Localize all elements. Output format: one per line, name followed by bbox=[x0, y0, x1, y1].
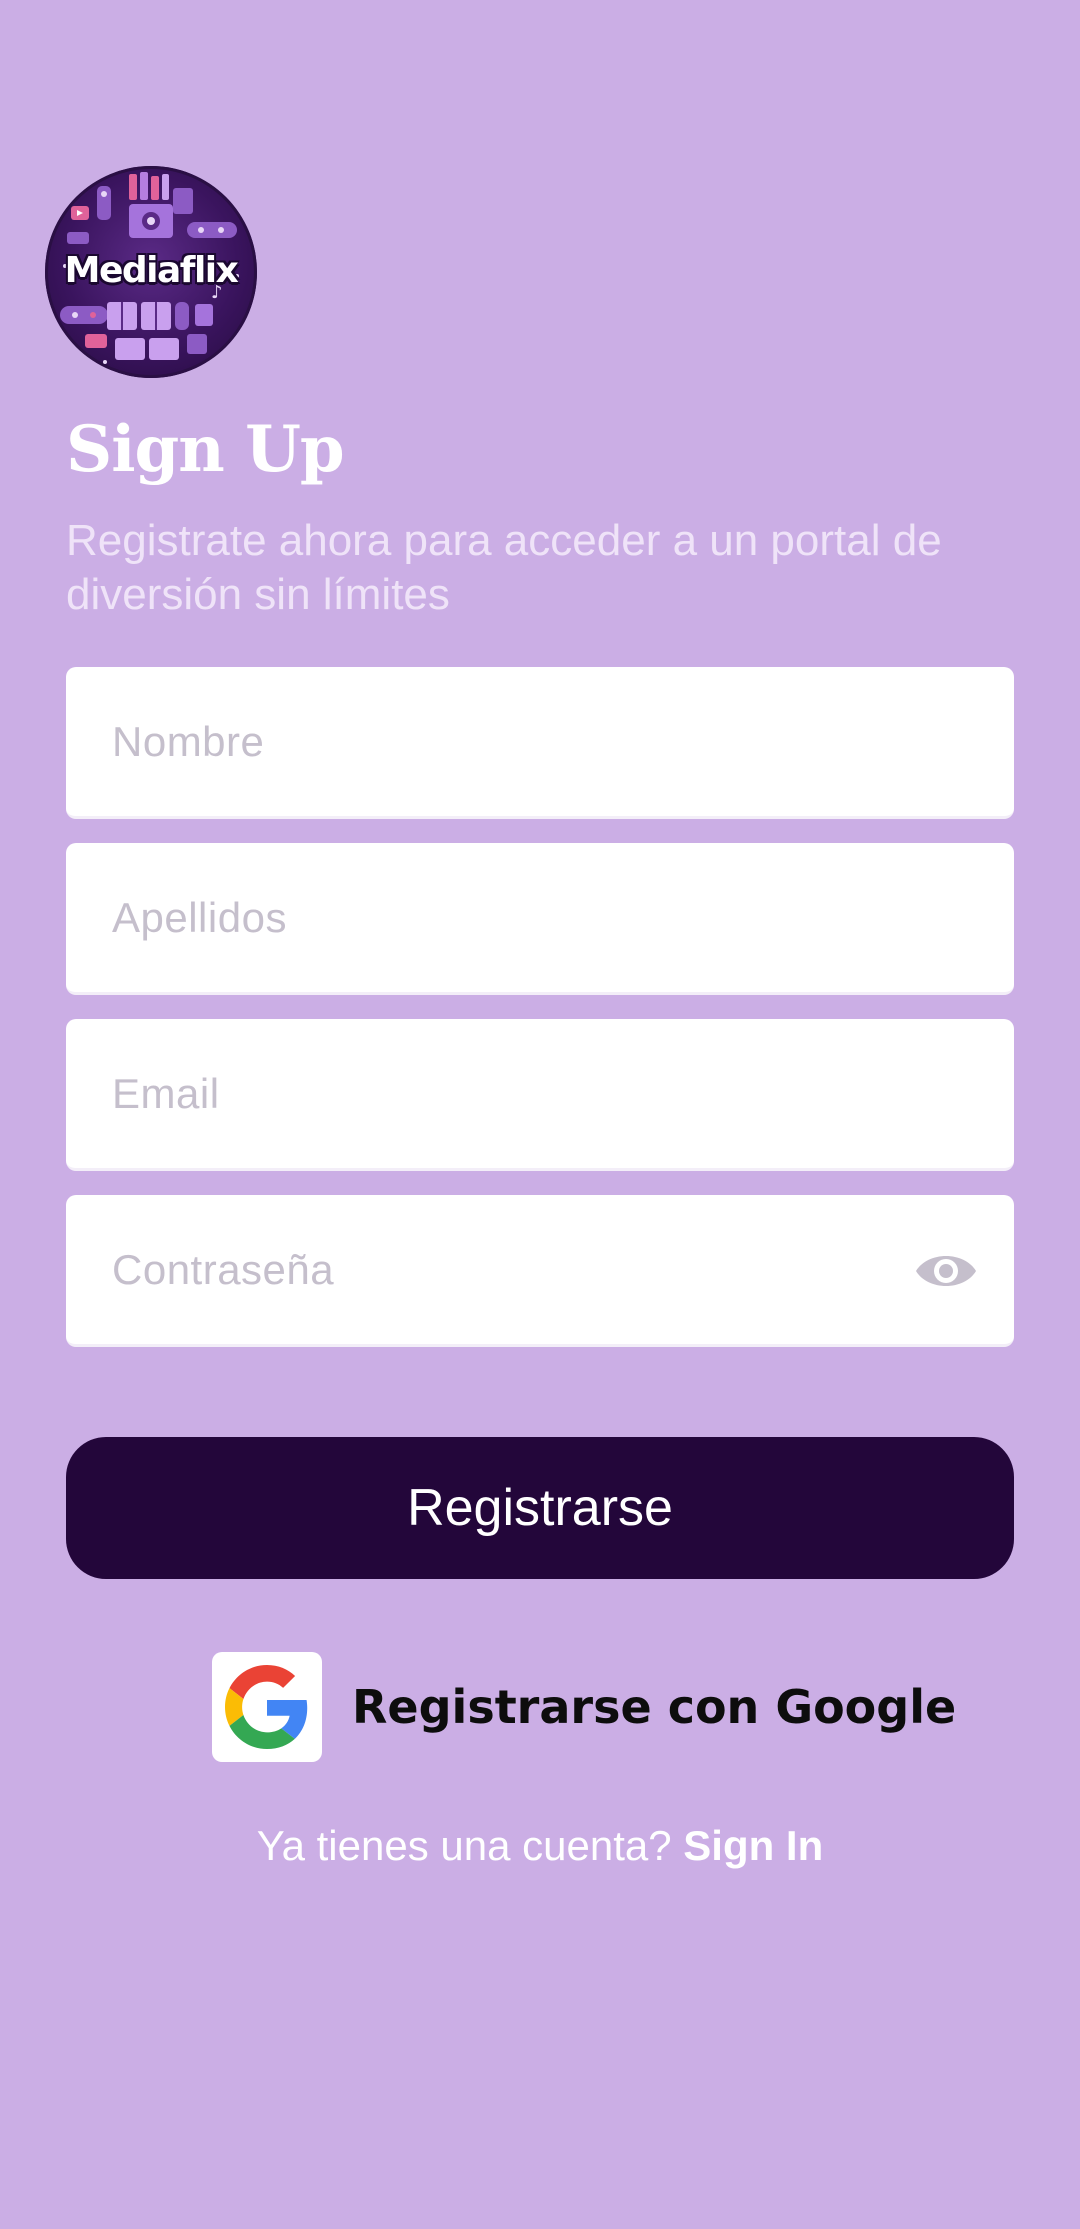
signin-prompt-text: Ya tienes una cuenta? bbox=[256, 1822, 672, 1869]
signin-link[interactable]: Sign In bbox=[683, 1822, 823, 1869]
google-signup-label: Registrarse con Google bbox=[352, 1680, 957, 1734]
nombre-field[interactable] bbox=[66, 667, 1014, 819]
password-input[interactable] bbox=[112, 1195, 932, 1344]
eye-icon[interactable] bbox=[914, 1247, 978, 1295]
logo-text: Mediaflix bbox=[64, 250, 239, 291]
signin-prompt-row: Ya tienes una cuenta? Sign In bbox=[0, 1822, 1080, 1870]
email-input[interactable] bbox=[112, 1019, 932, 1168]
page-title: Sign Up bbox=[66, 412, 345, 487]
apellidos-input[interactable] bbox=[112, 843, 932, 992]
apellidos-field[interactable] bbox=[66, 843, 1014, 995]
nombre-input[interactable] bbox=[112, 667, 932, 816]
register-button[interactable]: Registrarse bbox=[66, 1437, 1014, 1579]
google-g-icon bbox=[225, 1665, 308, 1749]
mediaflix-logo: ♪ Mediaflix bbox=[45, 166, 257, 378]
google-logo-container bbox=[212, 1652, 322, 1762]
email-field[interactable] bbox=[66, 1019, 1014, 1171]
password-field[interactable] bbox=[66, 1195, 1014, 1347]
google-signup-button[interactable]: Registrarse con Google bbox=[212, 1651, 956, 1763]
page-subtitle: Registrate ahora para acceder a un porta… bbox=[66, 516, 942, 619]
